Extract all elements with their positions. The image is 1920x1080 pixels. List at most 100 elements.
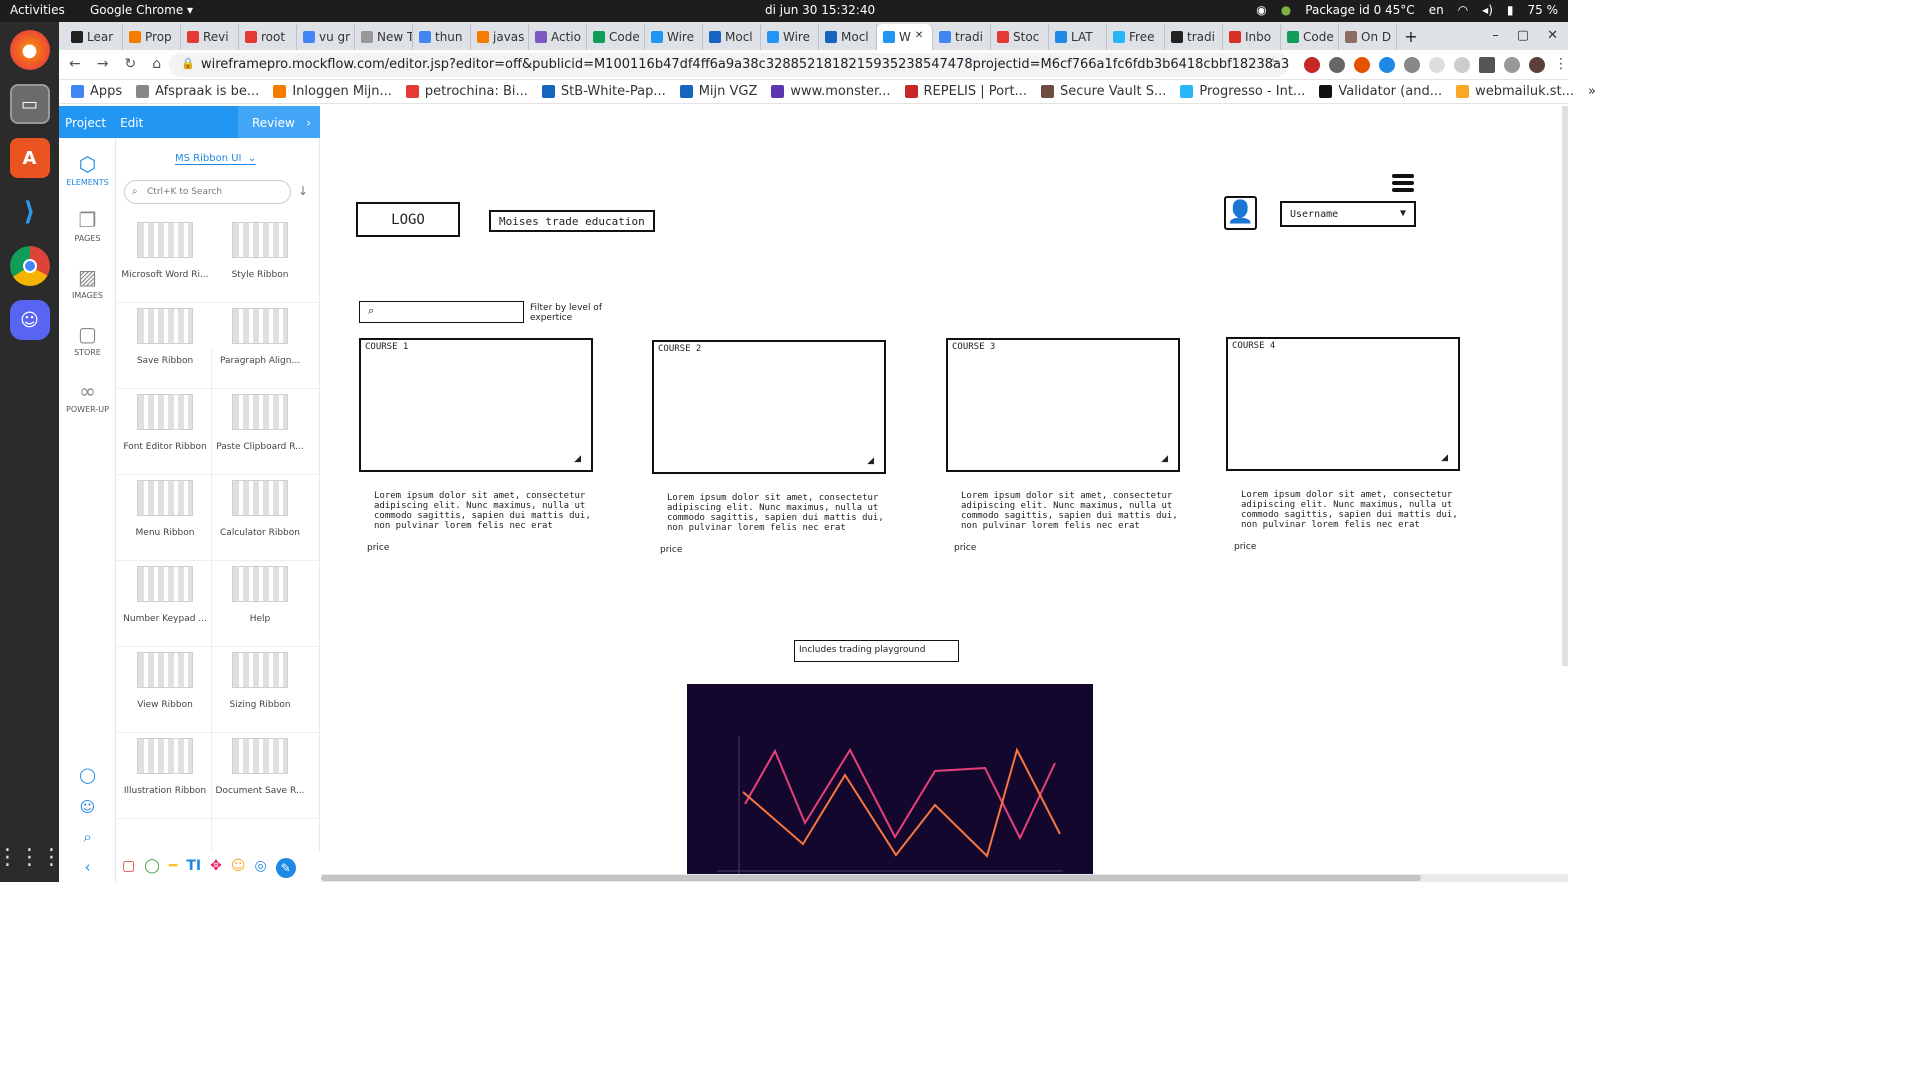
bookmark-item[interactable]: webmailuk.st... <box>1456 84 1574 99</box>
user-avatar-icon[interactable]: 👤 <box>1224 196 1257 230</box>
course-card-image[interactable]: COURSE 3 ◢ <box>946 338 1180 472</box>
component-tile[interactable]: Paste Clipboard R... <box>213 394 307 480</box>
battery-status[interactable]: 75 % <box>1528 3 1559 17</box>
minimize-icon[interactable]: – <box>1492 28 1499 43</box>
avatar[interactable] <box>1529 57 1545 73</box>
bookmark-item[interactable]: Inloggen Mijn... <box>273 84 392 99</box>
browser-tab[interactable]: LAT <box>1049 24 1107 50</box>
browser-tab[interactable]: Lear <box>65 24 123 50</box>
component-search-input[interactable]: ⌕ Ctrl+K to Search <box>124 180 291 204</box>
bookmark-item[interactable]: StB-White-Pap... <box>541 84 666 99</box>
vscode-icon[interactable]: ⟩ <box>10 192 50 232</box>
resize-handle-icon[interactable]: ◢ <box>1161 454 1168 464</box>
browser-tab[interactable]: On D <box>1339 24 1397 50</box>
url-bar[interactable]: 🔒 wireframepro.mockflow.com/editor.jsp?e… <box>169 53 1289 77</box>
emoji-tool-icon[interactable]: ☺ <box>231 858 246 882</box>
close-tab-icon[interactable]: ✕ <box>915 30 923 50</box>
browser-tab[interactable]: Code <box>1281 24 1339 50</box>
horizontal-scrollbar[interactable] <box>321 874 1568 882</box>
new-tab-button[interactable]: + <box>1397 27 1425 50</box>
resize-handle-icon[interactable]: ◢ <box>867 456 874 466</box>
course-card-image[interactable]: COURSE 4 ◢ <box>1226 337 1460 471</box>
bookmark-item[interactable]: Validator (and... <box>1319 84 1442 99</box>
bookmark-item[interactable]: petrochina: Bi... <box>405 84 528 99</box>
browser-tab[interactable]: Free <box>1107 24 1165 50</box>
line-tool-icon[interactable]: ━ <box>169 858 177 882</box>
bookmark-item[interactable]: Progresso - Int... <box>1180 84 1305 99</box>
reload-icon[interactable]: ↻ <box>124 56 136 72</box>
wifi-icon[interactable]: ◠ <box>1458 3 1468 17</box>
browser-tab[interactable]: Revi <box>181 24 239 50</box>
browser-tab[interactable]: javas <box>471 24 529 50</box>
move-tool-icon[interactable]: ✥ <box>210 858 222 882</box>
browser-tab[interactable]: New Tab <box>355 24 413 50</box>
browser-tab[interactable]: root <box>239 24 297 50</box>
browser-tab[interactable]: Code <box>587 24 645 50</box>
extension-icon[interactable] <box>1379 57 1395 73</box>
component-tile[interactable]: Sizing Ribbon <box>213 652 307 738</box>
download-icon[interactable]: ↓ <box>298 184 308 198</box>
system-tray[interactable]: ◉ ● Package id 0 45°C en ◠ ◂) ▮ 75 % <box>1256 3 1558 17</box>
extension-icon[interactable] <box>1429 57 1445 73</box>
project-menu[interactable]: Project <box>65 116 106 130</box>
adblock-icon[interactable] <box>1304 57 1320 73</box>
bookmark-item[interactable]: Mijn VGZ <box>679 84 757 99</box>
bookmark-item[interactable]: REPELIS | Port... <box>904 84 1027 99</box>
extension-icon[interactable] <box>1404 57 1420 73</box>
fire-icon[interactable] <box>1354 57 1370 73</box>
software-center-icon[interactable]: A <box>9 138 50 178</box>
puzzle-icon[interactable] <box>1479 57 1495 73</box>
rail-store[interactable]: ▢ STORE <box>59 322 116 357</box>
browser-tab[interactable]: tradi <box>933 24 991 50</box>
bookmark-item[interactable]: Afspraak is be... <box>136 84 259 99</box>
browser-tab[interactable]: thun <box>413 24 471 50</box>
hamburger-menu-icon[interactable] <box>1392 174 1414 192</box>
discord-tray-icon[interactable]: ◉ <box>1256 3 1266 17</box>
component-tile[interactable]: Font Editor Ribbon <box>118 394 212 480</box>
review-button[interactable]: Review › <box>238 106 320 138</box>
component-tile[interactable]: View Ribbon <box>118 652 212 738</box>
component-tile[interactable]: Paragraph Align... <box>213 308 307 394</box>
rail-power-up[interactable]: ∞ POWER-UP <box>59 379 116 414</box>
logo-box[interactable]: LOGO <box>356 202 460 237</box>
more-bookmarks-icon[interactable]: » <box>1588 84 1596 99</box>
browser-tab[interactable]: Inbo <box>1223 24 1281 50</box>
browser-tab[interactable]: Prop <box>123 24 181 50</box>
bookmark-item[interactable]: Secure Vault S... <box>1040 84 1166 99</box>
kebab-menu-icon[interactable]: ⋮ <box>1554 57 1570 73</box>
course-card-image[interactable]: COURSE 2 ◢ <box>652 340 886 474</box>
component-tile[interactable]: Help <box>213 566 307 652</box>
component-tile[interactable]: Document Save R... <box>213 738 307 824</box>
collapse-icon[interactable]: ‹ <box>59 858 116 876</box>
resize-handle-icon[interactable]: ◢ <box>574 454 581 464</box>
language-indicator[interactable]: en <box>1429 3 1444 17</box>
extension-icon[interactable] <box>1329 57 1345 73</box>
text-tool-icon[interactable]: TI <box>186 858 201 882</box>
shield-tray-icon[interactable]: ● <box>1281 3 1291 17</box>
target-tool-icon[interactable]: ◎ <box>254 858 266 882</box>
bookmark-star-icon[interactable]: ☆ <box>1266 56 1279 72</box>
extension-icon[interactable] <box>1454 57 1470 73</box>
firefox-icon[interactable]: ● <box>9 30 50 70</box>
pen-tool-icon[interactable]: ✎ <box>275 858 296 878</box>
username-dropdown[interactable]: Username ▼ <box>1280 201 1416 227</box>
browser-tab[interactable]: Mocl <box>819 24 877 50</box>
circle-tool-icon[interactable]: ◯ <box>144 858 160 882</box>
close-window-icon[interactable]: ✕ <box>1547 28 1558 43</box>
bookmark-item[interactable]: www.monster... <box>771 84 891 99</box>
back-icon[interactable]: ← <box>69 56 81 72</box>
chat-icon[interactable]: ◯ <box>59 766 116 784</box>
extension-icon[interactable] <box>1504 57 1520 73</box>
package-status[interactable]: Package id 0 45°C <box>1305 3 1414 17</box>
discord-icon[interactable]: ☺ <box>9 300 50 340</box>
maximize-icon[interactable]: ▢ <box>1517 28 1529 43</box>
site-title-box[interactable]: Moises trade education <box>489 210 655 232</box>
scrollbar-thumb[interactable] <box>321 875 1421 881</box>
component-tile[interactable]: Style Ribbon <box>213 222 307 308</box>
browser-tab[interactable]: vu gr <box>297 24 355 50</box>
lock-icon[interactable]: 🔒 <box>181 57 195 70</box>
browser-tab[interactable]: Mocl <box>703 24 761 50</box>
rail-images[interactable]: ▨ IMAGES <box>59 265 116 300</box>
files-icon[interactable]: ▭ <box>9 84 50 124</box>
component-tile[interactable]: Calculator Ribbon <box>213 480 307 566</box>
